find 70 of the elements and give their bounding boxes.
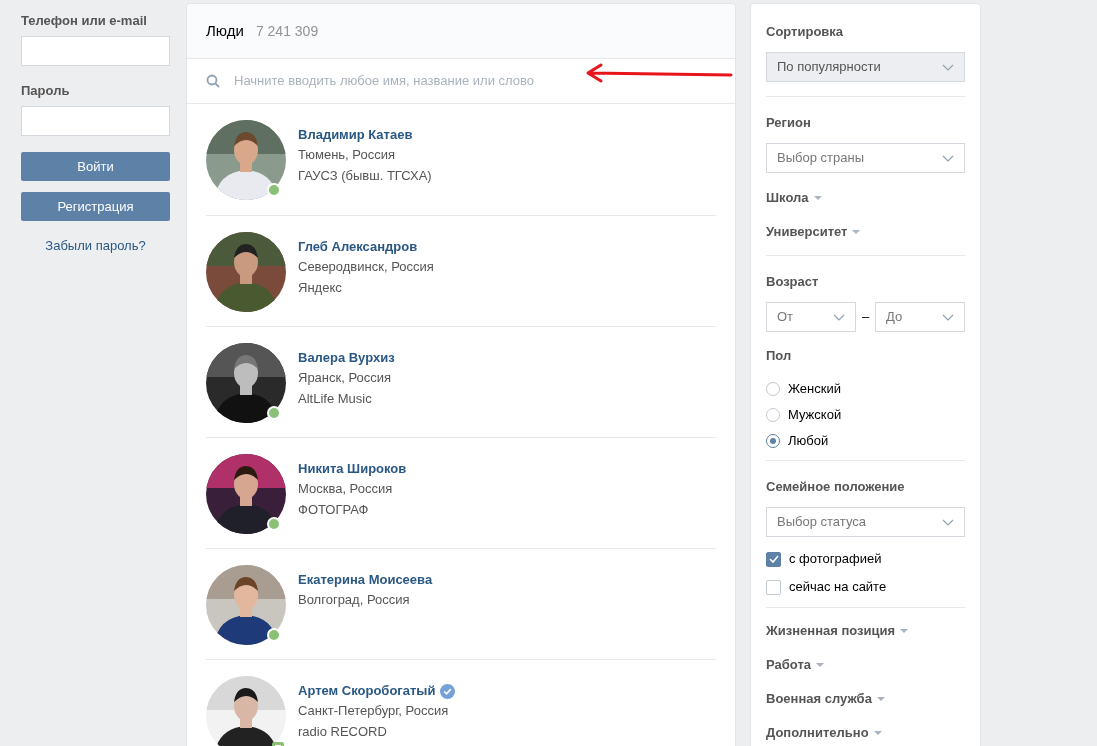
field-label: Телефон или e-mail <box>21 12 148 30</box>
person-city: Яранск, Россия <box>298 369 393 387</box>
dropdown-value: Выбор статуса <box>777 513 866 532</box>
range-separator: – <box>861 308 870 327</box>
search-icon <box>206 74 220 88</box>
dropdown-value: От <box>777 308 794 327</box>
checkbox-label: с фотографией <box>789 550 882 569</box>
expander-link[interactable]: Военная служба <box>766 689 872 709</box>
section-title: Семейное положение <box>766 478 906 496</box>
section-title: Сортировка <box>766 23 845 41</box>
person-info: Яндекс <box>298 279 343 297</box>
dropdown-value: Выбор страны <box>777 149 864 168</box>
input-field[interactable] <box>21 36 170 66</box>
expander-link[interactable]: Жизненная позиция <box>766 621 896 641</box>
chevron-icon <box>942 518 954 526</box>
section-title: Пол <box>766 347 793 365</box>
caret-icon <box>813 196 822 200</box>
dropdown[interactable]: От <box>766 302 856 332</box>
radio-label: Мужской <box>788 406 842 425</box>
radio-button[interactable] <box>766 382 780 396</box>
chevron-icon <box>942 313 954 321</box>
chevron-icon <box>942 63 954 71</box>
checkbox[interactable] <box>766 579 781 595</box>
radio-label: Любой <box>788 432 829 451</box>
person-info: AltLife Music <box>298 390 373 408</box>
login-button[interactable]: Регистрация <box>21 192 170 221</box>
dropdown[interactable]: До <box>875 302 965 332</box>
dropdown[interactable]: Выбор статуса <box>766 507 965 537</box>
section-title: Возраст <box>766 273 820 291</box>
person-city: Северодвинск, Россия <box>298 258 434 276</box>
radio-button[interactable] <box>766 434 780 448</box>
person-info: radio RECORD <box>298 723 388 741</box>
chevron-icon <box>832 313 845 321</box>
person-name-link[interactable]: Валера Вурхиз <box>298 348 395 368</box>
person-city: Волгоград, Россия <box>298 591 411 609</box>
expander-link[interactable]: Школа <box>766 188 809 208</box>
checkbox-label: сейчас на сайте <box>789 578 887 597</box>
caret-icon <box>873 731 882 735</box>
person-name-link[interactable]: Владимир Катаев <box>298 125 413 145</box>
result-count: 7 241 309 <box>255 21 319 41</box>
dropdown-value: По популярности <box>777 58 881 77</box>
expander-link[interactable]: Работа <box>766 655 811 675</box>
input-field[interactable] <box>21 106 170 136</box>
page-title: Люди <box>206 20 244 41</box>
dropdown[interactable]: Выбор страны <box>766 143 965 173</box>
person-name-link[interactable]: Артем Скоробогатый <box>298 681 436 701</box>
person-info: ГАУСЗ (бывш. ТГСХА) <box>298 167 432 185</box>
radio-label: Женский <box>788 380 841 399</box>
caret-icon <box>876 697 885 701</box>
person-city: Москва, Россия <box>298 480 394 498</box>
radio-button[interactable] <box>766 408 780 422</box>
chevron-icon <box>942 154 954 162</box>
login-button[interactable]: Войти <box>21 152 170 181</box>
forgot-password-link[interactable]: Забыли пароль? <box>21 236 170 256</box>
person-info: ФОТОГРАФ <box>298 501 370 519</box>
section-title: Регион <box>766 114 812 132</box>
dropdown-value: До <box>886 308 903 327</box>
person-city: Тюмень, Россия <box>298 146 396 164</box>
expander-link[interactable]: Университет <box>766 222 848 242</box>
person-name-link[interactable]: Глеб Александров <box>298 237 418 257</box>
caret-icon <box>900 629 909 633</box>
caret-icon <box>816 663 824 667</box>
caret-icon <box>852 230 861 234</box>
person-name-link[interactable]: Никита Широков <box>298 459 407 479</box>
person-name-link[interactable]: Екатерина Моисеева <box>298 570 433 590</box>
person-city: Санкт-Петербург, Россия <box>298 702 450 720</box>
search-field[interactable]: Начните вводить любое имя, название или слово <box>234 71 716 91</box>
field-label: Пароль <box>21 82 71 100</box>
expander-link[interactable]: Дополнительно <box>766 723 869 743</box>
checkbox[interactable] <box>766 551 781 567</box>
